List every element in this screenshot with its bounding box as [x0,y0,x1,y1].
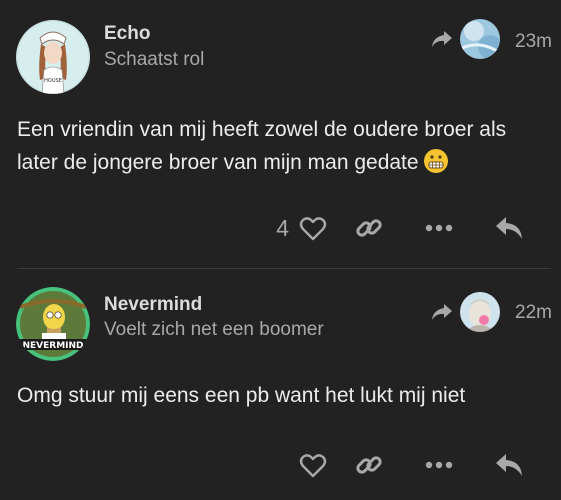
post-actions: 4 [276,212,561,244]
username[interactable]: Nevermind [104,294,202,316]
user-title: Schaatst rol [104,49,205,70]
user-title: Voelt zich net een boomer [104,319,324,340]
post-body-text: Omg stuur mij eens een pb want het lukt … [17,384,466,407]
ellipsis-icon [425,461,453,469]
reply-button[interactable] [491,452,527,478]
link-icon [356,219,382,237]
more-button[interactable] [421,224,457,232]
share-button[interactable] [351,451,387,479]
post-time[interactable]: 23m [515,31,552,53]
user-avatar-nevermind[interactable]: NEVERMIND [16,287,90,361]
reply-to-avatar [460,19,500,59]
reply-to-indicator[interactable] [430,19,500,59]
reply-icon [496,217,522,239]
heart-icon [299,217,327,241]
reply-arrow-icon [430,29,454,49]
heart-icon [299,454,327,478]
ellipsis-icon [425,224,453,232]
post-body: Een vriendin van mij heeft zowel de oude… [17,113,547,179]
more-button[interactable] [421,461,457,469]
reply-to-indicator[interactable] [430,292,500,332]
post-2: NEVERMIND Nevermind Voelt zich net een b… [0,269,561,500]
like-button[interactable] [295,215,331,241]
like-button[interactable] [295,452,331,478]
avatar-text: NEVERMIND [22,341,83,351]
link-icon [356,456,382,474]
user-avatar-echo[interactable]: HOUSE [16,20,90,94]
post-1: HOUSE Echo Schaatst rol 23m Een vriendin… [0,0,561,268]
share-button[interactable] [351,214,387,242]
grimacing-face-emoji [423,148,449,174]
reply-to-avatar [460,292,500,332]
reply-button[interactable] [491,215,527,241]
post-actions [295,449,561,481]
reply-arrow-icon [430,302,454,322]
post-body: Omg stuur mij eens een pb want het lukt … [17,379,547,412]
post-time[interactable]: 22m [515,302,552,324]
like-count[interactable]: 4 [276,215,289,242]
username[interactable]: Echo [104,23,150,45]
reply-icon [496,454,522,476]
svg-text:HOUSE: HOUSE [44,78,62,84]
